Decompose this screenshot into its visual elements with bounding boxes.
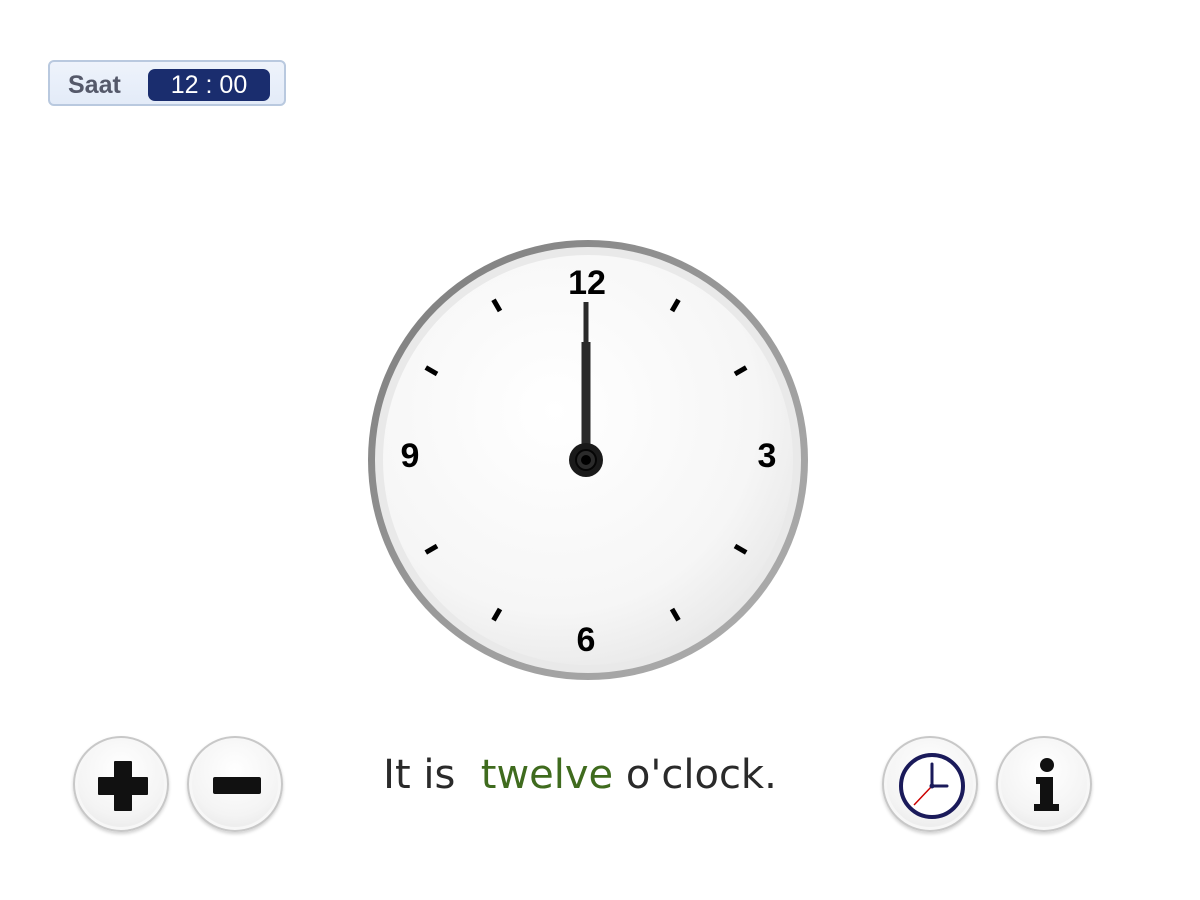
minus-icon xyxy=(213,777,261,794)
sentence-suffix: o'clock. xyxy=(625,752,777,798)
numeral-6: 6 xyxy=(577,621,596,659)
analog-clock[interactable]: 12 3 6 9 xyxy=(366,238,810,682)
plus-icon xyxy=(98,761,148,811)
info-icon xyxy=(1034,758,1059,811)
info-button[interactable] xyxy=(996,736,1092,832)
clock-mode-button[interactable] xyxy=(882,736,978,832)
time-label: Saat xyxy=(68,71,121,99)
clock-icon xyxy=(899,753,965,819)
numeral-3: 3 xyxy=(758,437,777,475)
time-display: Saat 12 : 00 xyxy=(48,60,286,106)
plus-button[interactable] xyxy=(73,736,169,832)
center-pin xyxy=(581,455,591,465)
minus-button[interactable] xyxy=(187,736,283,832)
hour-word: twelve xyxy=(480,752,614,798)
numeral-9: 9 xyxy=(401,437,420,475)
time-sentence: It is twelve o'clock. xyxy=(300,752,860,798)
numeral-12: 12 xyxy=(568,264,606,302)
sentence-prefix: It is xyxy=(383,752,456,798)
time-value: 12 : 00 xyxy=(148,69,270,101)
clock-app: Saat 12 : 00 12 3 6 9 It is twelve o'clo… xyxy=(0,0,1200,900)
